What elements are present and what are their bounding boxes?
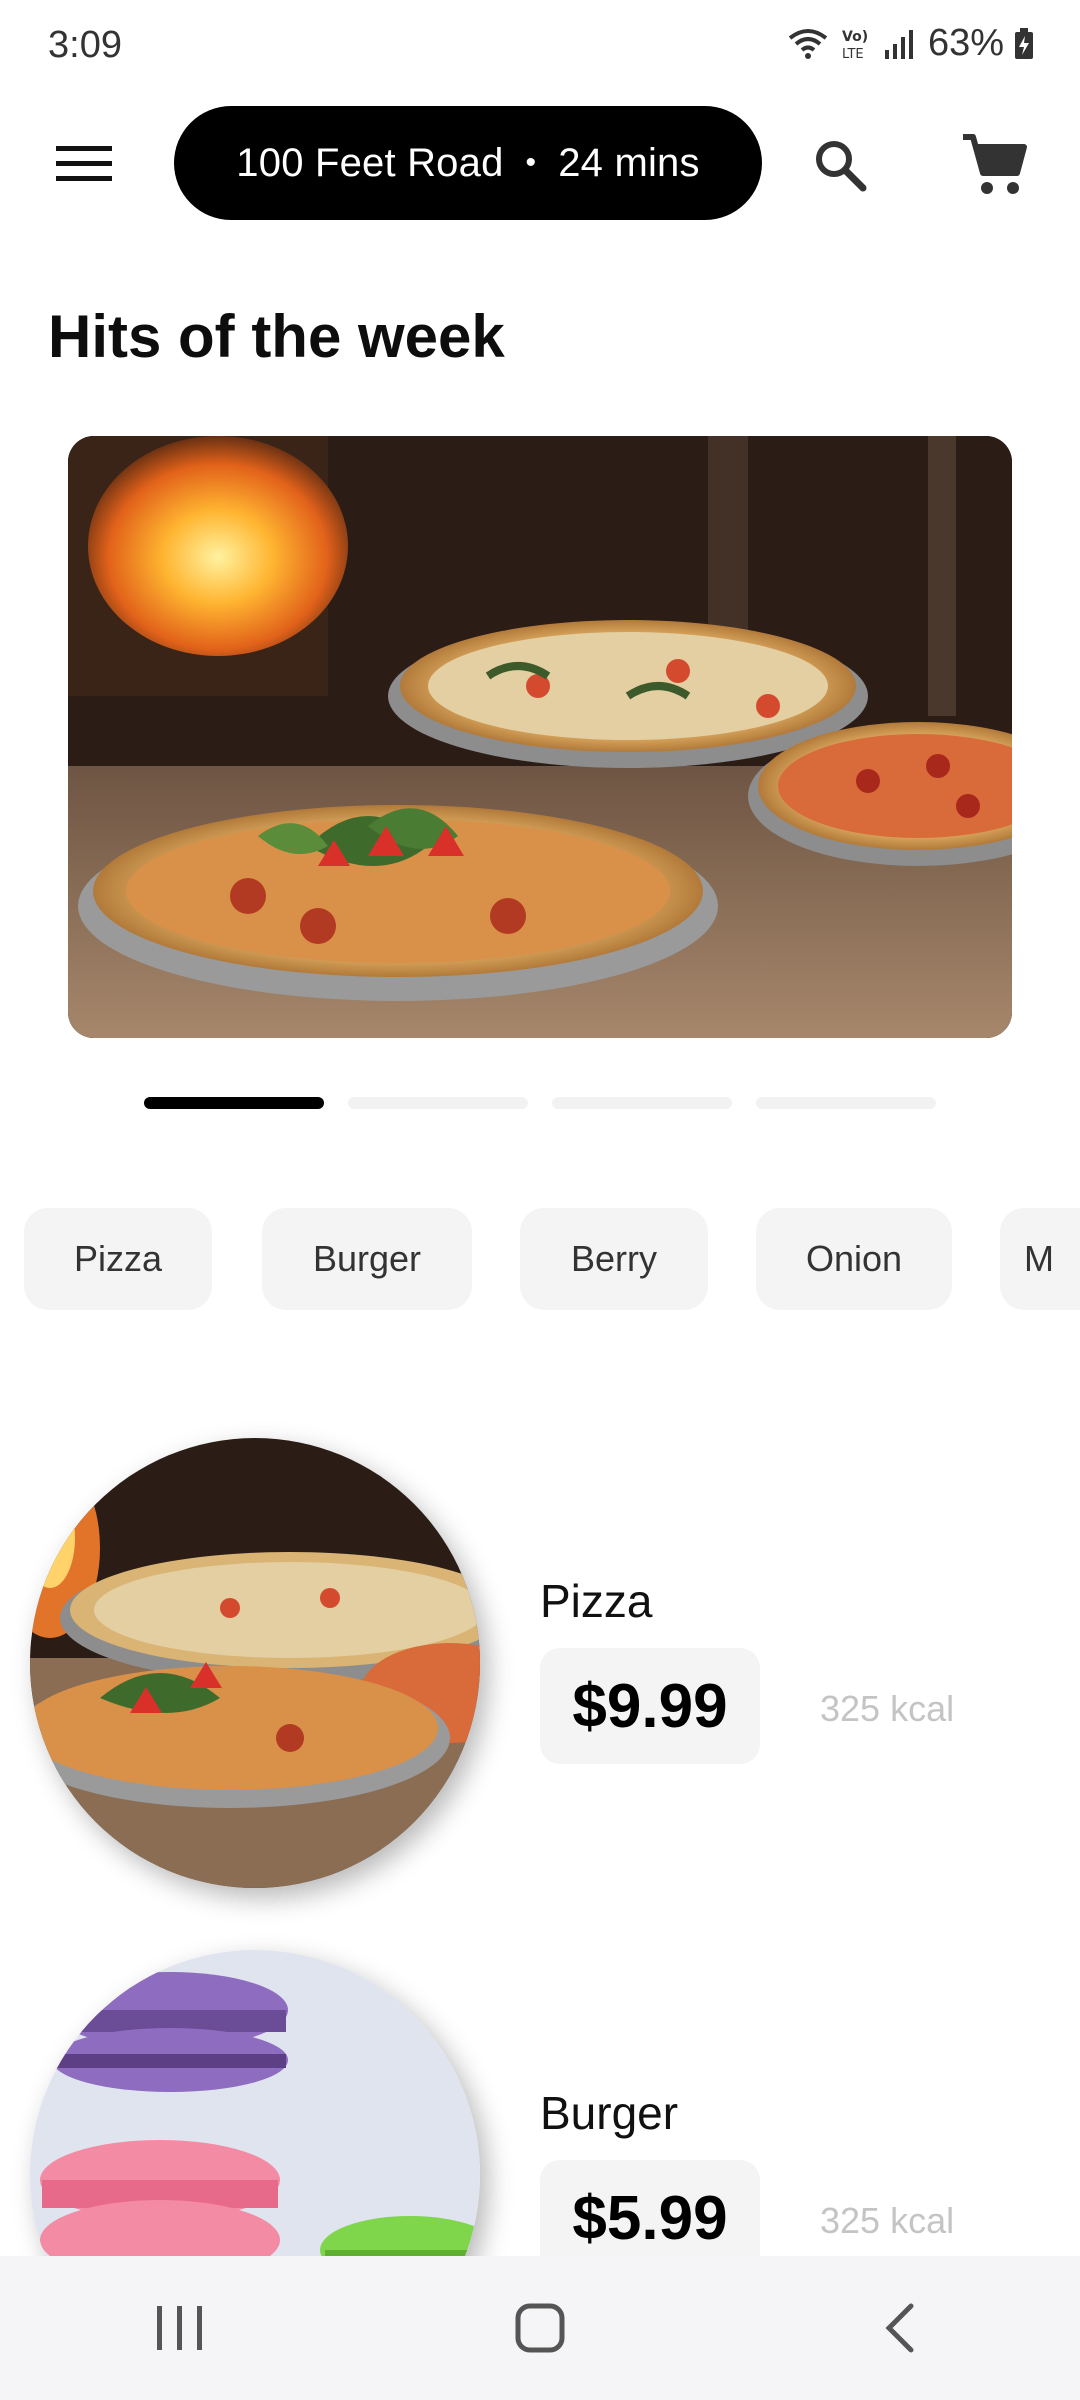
product-kcal: 325 kcal [820, 2200, 955, 2241]
pizza-photo [30, 1438, 480, 1888]
product-name: Pizza [540, 1575, 653, 1627]
status-time: 3:09 [48, 24, 122, 66]
home-icon [515, 2303, 565, 2353]
cart-icon [963, 134, 1027, 194]
pizza-hero-illustration [68, 436, 1012, 1038]
search-button[interactable] [800, 130, 880, 200]
svg-text:Vo): Vo) [842, 29, 868, 45]
product-kcal: 325 kcal [820, 1688, 955, 1729]
category-chip-berry[interactable]: Berry [520, 1208, 708, 1310]
status-bar: 3:09 Vo) LTE 63% [0, 0, 1080, 96]
category-chip-onion[interactable]: Onion [756, 1208, 952, 1310]
delivery-location: 100 Feet Road [236, 140, 504, 185]
system-navigation-bar [0, 2256, 1080, 2400]
hamburger-menu-icon [56, 146, 112, 181]
carousel-indicator-1[interactable] [144, 1097, 324, 1109]
back-icon [885, 2303, 914, 2353]
section-title: Hits of the week [48, 303, 505, 370]
delivery-eta: 24 mins [558, 140, 700, 185]
wifi-icon [788, 28, 828, 59]
location-eta-pill[interactable]: 100 Feet Road • 24 mins [174, 106, 762, 220]
carousel-indicator-3[interactable] [552, 1097, 732, 1109]
category-chip-pizza[interactable]: Pizza [24, 1208, 212, 1310]
hero-carousel-image[interactable] [68, 436, 1012, 1038]
recent-apps-icon [157, 2306, 202, 2350]
separator-dot: • [525, 146, 537, 179]
cart-button[interactable] [952, 126, 1036, 204]
carousel-indicators [144, 1097, 936, 1109]
status-icons: Vo) LTE 63% [786, 22, 1034, 65]
product-image [30, 1438, 480, 1888]
search-icon [816, 141, 867, 192]
recent-apps-button[interactable] [120, 2278, 240, 2378]
svg-text:LTE: LTE [842, 47, 864, 62]
app-screen: 3:09 Vo) LTE 63% 100 Feet Road • 24 mins… [0, 0, 1080, 2400]
battery-charging-icon [1015, 27, 1033, 59]
menu-button[interactable] [40, 132, 128, 196]
product-item-pizza[interactable]: Pizza $9.99 325 kcal [0, 1438, 1080, 1898]
home-button[interactable] [480, 2278, 600, 2378]
category-chip-burger[interactable]: Burger [262, 1208, 472, 1310]
category-chip-partial[interactable]: M [1000, 1208, 1080, 1310]
category-chip-list: Pizza Burger Berry Onion M [24, 1208, 1080, 1310]
app-bar: 100 Feet Road • 24 mins [0, 100, 1080, 230]
volte-icon: Vo) LTE [842, 29, 868, 62]
signal-icon [884, 29, 913, 59]
carousel-indicator-4[interactable] [756, 1097, 936, 1109]
battery-percent: 63% [927, 22, 1004, 64]
back-button[interactable] [840, 2278, 960, 2378]
carousel-indicator-2[interactable] [348, 1097, 528, 1109]
product-name: Burger [540, 2087, 679, 2139]
product-price: $9.99 [540, 1648, 760, 1764]
